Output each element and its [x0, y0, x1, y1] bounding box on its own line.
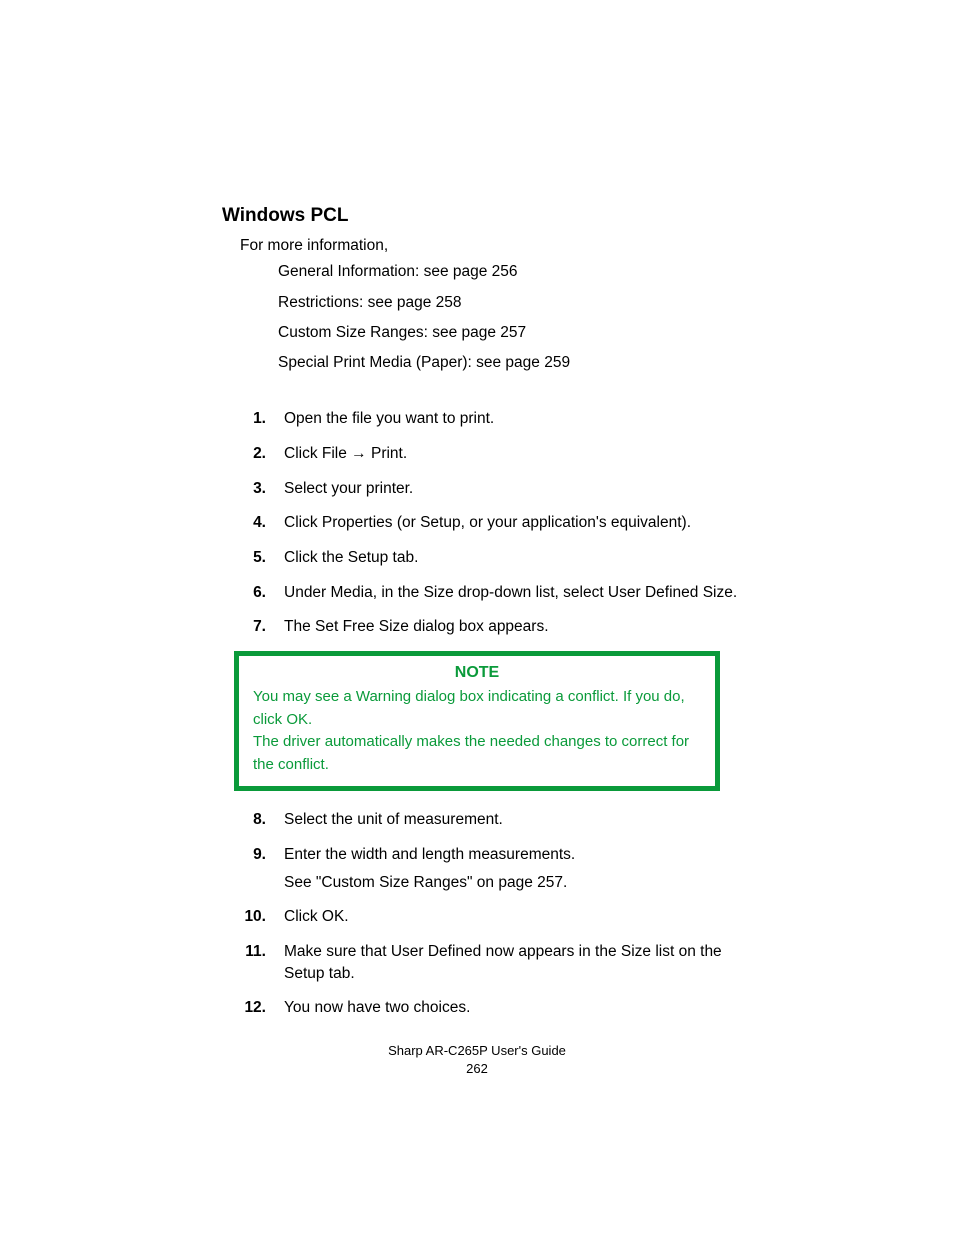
list-item: 7. The Set Free Size dialog box appears.	[222, 616, 742, 638]
step-text-sub: See "Custom Size Ranges" on page 257.	[284, 872, 742, 894]
step-text: Make sure that User Defined now appears …	[284, 941, 742, 984]
step-number: 5.	[222, 547, 284, 569]
list-item: 3. Select your printer.	[222, 478, 742, 500]
step-text: The Set Free Size dialog box appears.	[284, 616, 742, 638]
page-content: Windows PCL For more information, Genera…	[222, 205, 742, 1032]
page-footer: Sharp AR-C265P User's Guide 262	[0, 1042, 954, 1078]
step-text: Click Properties (or Setup, or your appl…	[284, 512, 742, 534]
intro-item: Restrictions: see page 258	[278, 288, 742, 318]
step-number: 6.	[222, 582, 284, 604]
step-number: 4.	[222, 512, 284, 534]
step-number: 2.	[222, 443, 284, 465]
list-item: 11. Make sure that User Defined now appe…	[222, 941, 742, 984]
list-item: 5. Click the Setup tab.	[222, 547, 742, 569]
list-item: 9. Enter the width and length measuremen…	[222, 844, 742, 893]
note-box: NOTE You may see a Warning dialog box in…	[234, 651, 720, 791]
list-item: 6. Under Media, in the Size drop-down li…	[222, 582, 742, 604]
step-number: 8.	[222, 809, 284, 831]
step-text: Click the Setup tab.	[284, 547, 742, 569]
step-number: 3.	[222, 478, 284, 500]
step-text: Click File → Print.	[284, 443, 742, 465]
step-text: Enter the width and length measurements.…	[284, 844, 742, 893]
step-number: 11.	[222, 941, 284, 984]
step-number: 12.	[222, 997, 284, 1019]
list-item: 8. Select the unit of measurement.	[222, 809, 742, 831]
step-number: 10.	[222, 906, 284, 928]
step-text: Under Media, in the Size drop-down list,…	[284, 582, 742, 604]
note-line: The driver automatically makes the neede…	[253, 733, 689, 773]
step-text: You now have two choices.	[284, 997, 742, 1019]
list-item: 10. Click OK.	[222, 906, 742, 928]
footer-page-number: 262	[0, 1060, 954, 1078]
step-text: Click OK.	[284, 906, 742, 928]
steps-list-a: 1. Open the file you want to print. 2. C…	[222, 408, 742, 638]
step-text: Select your printer.	[284, 478, 742, 500]
step-number: 9.	[222, 844, 284, 893]
step-text: Select the unit of measurement.	[284, 809, 742, 831]
footer-title: Sharp AR-C265P User's Guide	[0, 1042, 954, 1060]
step-text-main: Enter the width and length measurements.	[284, 844, 742, 866]
intro-item: Special Print Media (Paper): see page 25…	[278, 348, 742, 378]
step-number: 7.	[222, 616, 284, 638]
list-item: 4. Click Properties (or Setup, or your a…	[222, 512, 742, 534]
note-line: You may see a Warning dialog box indicat…	[253, 688, 685, 728]
steps-list-b: 8. Select the unit of measurement. 9. En…	[222, 809, 742, 1019]
intro-line: For more information,	[240, 235, 742, 257]
section-heading: Windows PCL	[222, 205, 742, 227]
intro-sublist: General Information: see page 256 Restri…	[278, 257, 742, 378]
intro-item: General Information: see page 256	[278, 257, 742, 287]
list-item: 2. Click File → Print.	[222, 443, 742, 465]
note-body: You may see a Warning dialog box indicat…	[253, 686, 701, 776]
list-item: 12. You now have two choices.	[222, 997, 742, 1019]
list-item: 1. Open the file you want to print.	[222, 408, 742, 430]
step-number: 1.	[222, 408, 284, 430]
note-title: NOTE	[253, 664, 701, 682]
intro-item: Custom Size Ranges: see page 257	[278, 318, 742, 348]
step-text: Open the file you want to print.	[284, 408, 742, 430]
